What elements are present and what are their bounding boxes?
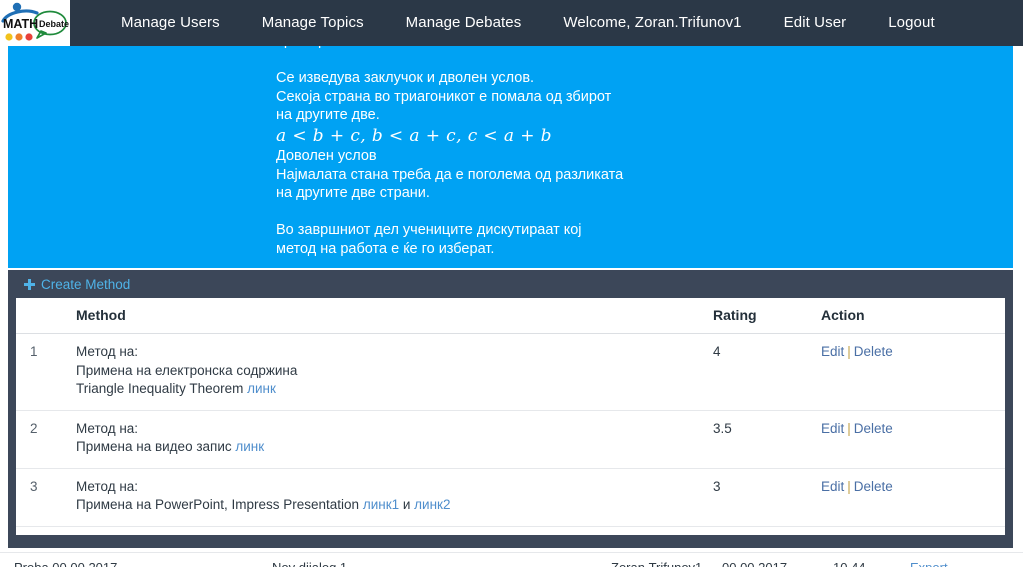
nav-links: Manage Users Manage Topics Manage Debate… (100, 0, 956, 46)
plus-icon (24, 278, 35, 290)
method-resource-link[interactable]: линк (235, 439, 264, 454)
next-table-clipped-strip: Proba 00.00.2017 Nov dijalog 1 Zoran.Tri… (0, 548, 1023, 567)
table-row: 4Примена на метод на цртање, мерење, раб… (16, 526, 1005, 535)
method-text-line: Примена на PowerPoint, Impress Presentat… (76, 497, 363, 512)
content-line-6: Најмалата стана треба да е поголема од р… (276, 166, 624, 183)
methods-table-body: 1 Метод на: Примена на електронска содржин… (16, 333, 1005, 535)
method-text-line: Примена на електронска содржина (76, 362, 298, 378)
table-row: 3 Метод на: Примена на PowerPoint, Impress… (16, 468, 1005, 527)
owner-cell: Zoran.Trifunov1 (611, 560, 702, 567)
edit-link[interactable]: Edit (821, 421, 844, 436)
content-line-7: на другите две страни. (276, 185, 430, 202)
time-cell: 10.44 (833, 560, 866, 567)
column-header-method: Method (70, 298, 707, 334)
action-separator: | (847, 344, 851, 359)
export-link[interactable]: Export (910, 560, 948, 567)
rating-cell: 3 (707, 468, 815, 527)
table-row: 1 Метод на: Примена на електронска содржин… (16, 333, 1005, 411)
nav-link-manage-topics[interactable]: Manage Topics (241, 0, 385, 46)
delete-link[interactable]: Delete (854, 479, 893, 494)
content-line-2: Се изведува заклучок и дволен услов. (276, 70, 535, 87)
methods-table-head: Method Rating Action (16, 298, 1005, 334)
content-line-4: на другите две. (276, 107, 380, 124)
debate-summary-row: Proba 00.00.2017 Nov dijalog 1 Zoran.Tri… (0, 552, 1023, 567)
method-resource-link-2[interactable]: линк2 (414, 497, 450, 512)
row-index-cell: 3 (16, 468, 70, 527)
action-cell: Edit|Delete (815, 468, 1005, 527)
content-line-3: Секоја страна во триагоникот е помала од… (276, 88, 612, 105)
delete-link[interactable]: Delete (854, 344, 893, 359)
rating-cell: 3.5 (707, 410, 815, 469)
edit-link[interactable]: Edit (821, 479, 844, 494)
debate-content-text: пример. Се изведува заклучок и дволен ус… (276, 46, 976, 259)
method-cell: Метод на: Примена на PowerPoint, Impress … (70, 468, 707, 527)
content-line-5: Доволен услов (276, 147, 377, 164)
content-line-9: метод на работа е ќе го изберат. (276, 240, 495, 257)
methods-panel: Create Method Method Rating Action 1 Мето… (8, 270, 1013, 548)
create-method-button[interactable]: Create Method (24, 277, 130, 292)
row-index-cell: 4 (16, 526, 70, 535)
debate-name-cell: Proba 00.00.2017 (14, 560, 117, 567)
inequality-formula: a < b + c, b < a + c, c < a + b (276, 125, 552, 146)
action-cell: Edit|Delete (815, 526, 1005, 535)
action-separator: | (847, 478, 851, 494)
nav-link-welcome-user[interactable]: Welcome, Zoran.Trifunov1 (542, 0, 762, 46)
method-text-line: Метод на: (76, 478, 139, 494)
method-text-line: Метод на: (76, 420, 139, 436)
methods-table-container: Method Rating Action 1 Метод на: Примена н… (16, 298, 1005, 535)
date-cell: 00.00.2017 (722, 560, 787, 567)
nav-link-edit-user[interactable]: Edit User (763, 0, 868, 46)
math-debate-logo-icon: MATH Debate (1, 2, 69, 41)
nav-link-manage-users[interactable]: Manage Users (100, 0, 241, 46)
create-method-label: Create Method (41, 276, 131, 292)
site-logo[interactable]: MATH Debate (0, 0, 70, 46)
link-joiner: и (399, 497, 415, 512)
column-header-rating: Rating (707, 298, 815, 334)
method-cell: Метод на: Примена на видео запис линк (70, 410, 707, 469)
delete-link[interactable]: Delete (854, 421, 893, 436)
content-spacer-1 (276, 51, 976, 70)
row-index-cell: 1 (16, 333, 70, 411)
content-spacer-2 (276, 203, 976, 222)
svg-text:Debate: Debate (39, 19, 69, 29)
dialog-name-cell: Nov dijalog 1 (272, 560, 347, 567)
method-resource-link[interactable]: линк (247, 381, 276, 396)
column-header-index (16, 298, 70, 334)
svg-text:MATH: MATH (3, 17, 38, 31)
method-text-line: Примена на видео запис (76, 439, 236, 454)
action-cell: Edit|Delete (815, 333, 1005, 411)
method-text-line: Метод на: (76, 344, 139, 359)
content-line-8: Во завршниот дел учениците дискутираат к… (276, 222, 582, 239)
action-separator: | (847, 420, 851, 436)
edit-link[interactable]: Edit (821, 344, 844, 359)
method-text-line: Triangle Inequality Theorem (76, 381, 248, 396)
debate-content-panel: пример. Се изведува заклучок и дволен ус… (8, 46, 1013, 268)
top-navbar: MATH Debate Manage Users Manage Topics M… (0, 0, 1023, 46)
method-resource-link[interactable]: линк1 (363, 497, 399, 512)
rating-cell: 4 (707, 333, 815, 411)
nav-link-logout[interactable]: Logout (867, 0, 955, 46)
table-header-row: Method Rating Action (16, 298, 1005, 334)
column-header-action: Action (815, 298, 1005, 334)
row-index-cell: 2 (16, 410, 70, 469)
methods-table: Method Rating Action 1 Метод на: Примена н… (16, 298, 1005, 535)
nav-link-manage-debates[interactable]: Manage Debates (385, 0, 543, 46)
method-cell: Метод на: Примена на електронска содржина… (70, 333, 707, 411)
method-cell: Примена на метод на цртање, мерење, рабо… (70, 526, 707, 535)
methods-panel-header: Create Method (8, 270, 1013, 298)
rating-cell: 2.5 (707, 526, 815, 535)
table-row: 2 Метод на: Примена на видео запис линк 3.5… (16, 410, 1005, 469)
action-cell: Edit|Delete (815, 410, 1005, 469)
